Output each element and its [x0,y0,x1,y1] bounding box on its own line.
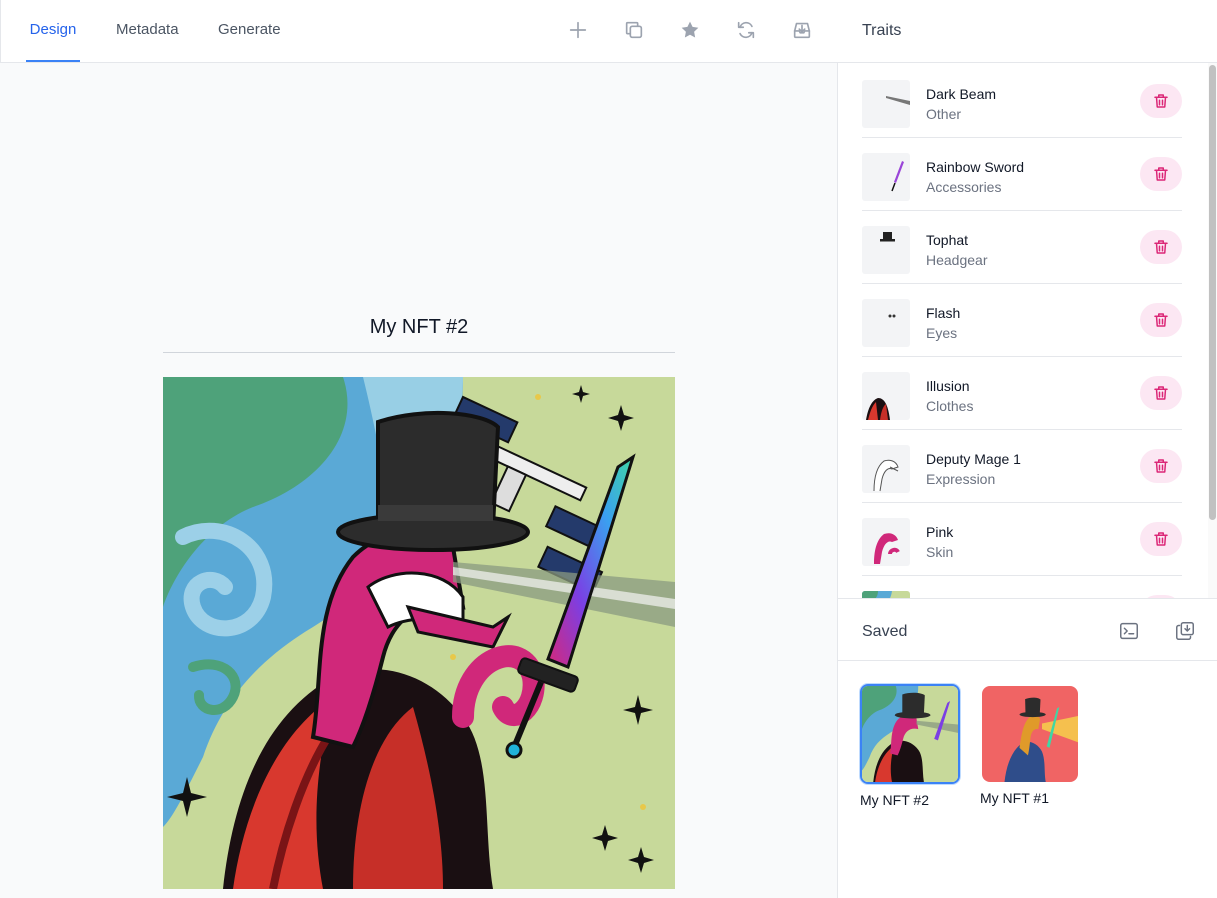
delete-trait-button[interactable] [1140,303,1182,337]
trait-name: Flash [926,305,961,321]
trait-thumbnail [862,445,910,493]
trait-row[interactable]: Illusion Clothes [862,357,1182,430]
trait-category: Eyes [926,325,958,341]
trait-name: Deputy Mage 1 [926,451,1021,467]
delete-trait-button[interactable] [1140,157,1182,191]
trash-icon [1154,167,1168,181]
delete-trait-button[interactable] [1140,522,1182,556]
trait-category: Expression [926,471,996,487]
trash-icon [1154,94,1168,108]
trait-thumbnail [862,591,910,598]
nft-title[interactable]: My NFT #2 [163,316,675,339]
nft-artwork-image [163,377,675,889]
dark-beam-thumbnail-image [886,96,910,105]
plus-icon [569,21,587,39]
trait-category: Skin [926,544,954,560]
trait-thumbnail [862,226,910,274]
delete-trait-button[interactable] [1140,230,1182,264]
refresh-icon [737,21,755,39]
download-button[interactable] [788,16,816,44]
trait-thumbnail [862,80,910,128]
tab-generate[interactable]: Generate [218,0,281,62]
trait-row[interactable]: Rainbow Sword Accessories [862,138,1182,211]
top-toolbar: Design Metadata Generate [0,0,838,63]
trait-thumbnail [862,518,910,566]
trait-row[interactable]: Tophat Headgear [862,211,1182,284]
deputy-mage-thumbnail-image [873,459,899,492]
trait-row[interactable]: Pink Skin [862,503,1182,576]
saved-nft-card[interactable]: My NFT #1 [980,684,1080,806]
saved-nft-label: My NFT #1 [980,790,1049,806]
trait-thumbnail [862,153,910,201]
trait-thumbnail [862,372,910,420]
trash-icon [1154,532,1168,546]
export-code-button[interactable] [1116,618,1142,644]
terminal-icon [1120,622,1138,640]
pink-skin-thumbnail-image [874,533,900,564]
saved-nft-2-image [862,686,958,782]
tab-metadata[interactable]: Metadata [116,0,179,62]
tab-design[interactable]: Design [26,0,80,62]
side-panel: Traits Dark Beam Other Rainbow Sword Acc… [838,0,1217,898]
download-icon [793,22,811,39]
illusion-thumbnail-image [866,398,890,420]
saved-header: Saved [838,598,1217,661]
trait-name: Tophat [926,232,969,248]
trait-category: Headgear [926,252,988,268]
trait-row[interactable]: Dark Beam Other [862,65,1182,138]
duplicate-button[interactable] [620,16,648,44]
trait-row[interactable]: Deputy Mage 1 Expression [862,430,1182,503]
add-button[interactable] [564,16,592,44]
delete-trait-button[interactable] [1140,449,1182,483]
trait-name: Rainbow Sword [926,159,1025,175]
star-icon [681,21,699,38]
traits-header: Traits [838,0,1217,63]
download-multiple-icon [1176,622,1194,640]
tophat-thumbnail-image [880,232,895,242]
scrollbar-thumb[interactable] [1209,65,1216,520]
delete-trait-button[interactable] [1140,84,1182,118]
trait-row[interactable]: Flash Eyes [862,284,1182,357]
trait-name: Dark Beam [926,86,997,102]
flash-thumbnail-image [888,314,896,318]
trait-thumbnail [862,299,910,347]
saved-nft-card[interactable]: My NFT #2 [860,684,960,808]
saved-nft-thumbnail[interactable] [982,686,1078,782]
background-thumbnail-image [862,591,910,598]
nft-artwork [163,377,675,889]
trait-category: Accessories [926,179,1002,195]
traits-scrollbar[interactable] [1208,63,1217,598]
saved-nft-label: My NFT #2 [860,792,929,808]
design-workspace: Design Metadata Generate My NFT #2 [0,0,838,898]
delete-trait-button[interactable] [1140,376,1182,410]
rainbow-sword-thumbnail-image [891,161,904,192]
trait-category: Other [926,106,962,122]
randomize-button[interactable] [732,16,760,44]
traits-list[interactable]: Dark Beam Other Rainbow Sword Accessorie… [838,63,1208,598]
trait-name: Illusion [926,378,970,394]
saved-title: Saved [862,623,908,640]
trash-icon [1154,313,1168,327]
trash-icon [1154,386,1168,400]
trait-category: Clothes [926,398,974,414]
favorite-button[interactable] [676,16,704,44]
saved-nft-1-image [982,686,1078,782]
saved-nft-thumbnail[interactable] [860,684,960,784]
title-divider [163,352,675,353]
duplicate-icon [625,21,643,39]
trash-icon [1154,240,1168,254]
trait-row[interactable] [862,576,1182,598]
traits-title: Traits [862,22,902,39]
trait-name: Pink [926,524,954,540]
download-saved-button[interactable] [1172,618,1198,644]
trash-icon [1154,459,1168,473]
